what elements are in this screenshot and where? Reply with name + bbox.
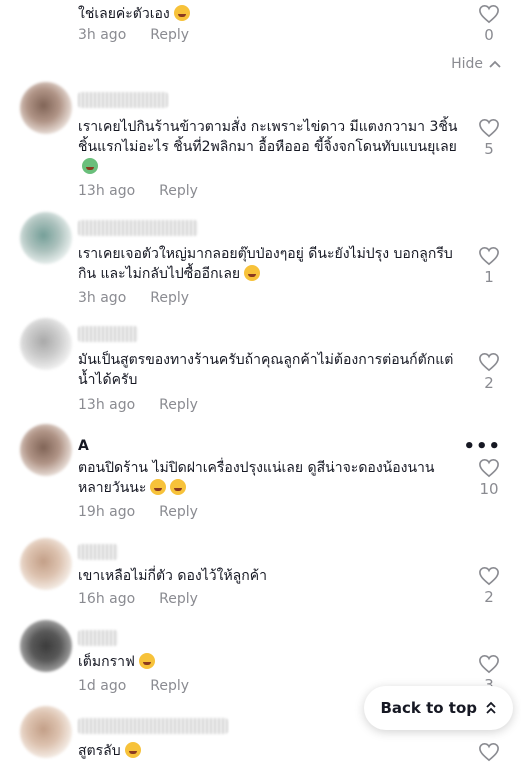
- comment-meta: 13h ago Reply: [78, 397, 198, 413]
- heart-icon[interactable]: [478, 654, 500, 674]
- comment-meta: 3h ago Reply: [78, 27, 189, 43]
- reply-button[interactable]: Reply: [150, 27, 189, 43]
- comment-time: 13h ago: [78, 183, 136, 199]
- reply-button[interactable]: Reply: [159, 397, 198, 413]
- comment-meta: 16h ago Reply: [78, 591, 198, 607]
- avatar[interactable]: [20, 620, 72, 672]
- heart-icon[interactable]: [478, 246, 500, 266]
- avatar[interactable]: [20, 706, 72, 758]
- emoji-icon: [173, 5, 190, 21]
- like-column: 2: [477, 566, 501, 606]
- reply-button[interactable]: Reply: [159, 183, 198, 199]
- comment-time: 16h ago: [78, 591, 136, 607]
- like-column: [477, 742, 501, 762]
- emoji-icon: [150, 479, 167, 495]
- reply-button[interactable]: Reply: [150, 678, 189, 694]
- like-count: 1: [484, 268, 494, 286]
- heart-icon[interactable]: [478, 458, 500, 478]
- comment-text: เราเคยเจอตัวใหญ่มากลอยตุ๊บป่องๆอยู่ ดีนะ…: [78, 246, 453, 282]
- like-column: 10: [477, 458, 501, 498]
- emoji-icon: [170, 479, 187, 495]
- emoji-icon: [82, 158, 98, 174]
- emoji-icon: [138, 653, 155, 669]
- comment-meta: 1d ago Reply: [78, 678, 189, 694]
- comment-time: 1d ago: [78, 678, 127, 694]
- emoji-icon: [124, 742, 141, 758]
- avatar[interactable]: [20, 82, 72, 134]
- comment-meta: 3h ago Reply: [78, 290, 189, 306]
- avatar[interactable]: [20, 538, 72, 590]
- like-count: 5: [484, 140, 494, 158]
- comment-text: สูตรลับ: [78, 741, 458, 761]
- heart-icon[interactable]: [478, 566, 500, 586]
- comment-meta: 13h ago Reply: [78, 183, 198, 199]
- comment-time: 3h ago: [78, 27, 127, 43]
- comment-time: 3h ago: [78, 290, 127, 306]
- comment-meta: 19h ago Reply: [78, 504, 198, 520]
- double-chevron-up-icon: [486, 701, 496, 714]
- avatar[interactable]: [20, 424, 72, 476]
- reply-button[interactable]: Reply: [159, 591, 198, 607]
- like-count: 2: [484, 374, 494, 392]
- comment-text: ตอนปิดร้าน ไม่ปิดฝาเครื่องปรุงแน่เลย ดูส…: [78, 460, 435, 496]
- comment-time: 13h ago: [78, 397, 136, 413]
- avatar[interactable]: [20, 212, 72, 264]
- heart-icon[interactable]: [478, 742, 500, 762]
- back-to-top-label: Back to top: [380, 699, 477, 717]
- like-column: 1: [477, 246, 501, 286]
- comment-text: เราเคยไปกินร้านข้าวตามสั่ง กะเพราะไข่ดาว…: [78, 117, 458, 177]
- comment-text: เต็มกราฟ: [78, 652, 458, 672]
- comment-text: มันเป็นสูตรของทางร้านครับถ้าคุณลูกค้าไม่…: [78, 352, 454, 388]
- username-redacted[interactable]: [78, 718, 228, 734]
- more-options-icon[interactable]: •••: [463, 436, 501, 457]
- heart-icon[interactable]: [478, 4, 500, 24]
- chevron-up-icon: [489, 60, 501, 68]
- back-to-top-button[interactable]: Back to top: [364, 686, 513, 730]
- like-column: 0: [477, 4, 501, 44]
- like-count: 0: [484, 26, 494, 44]
- username-redacted[interactable]: [78, 630, 118, 646]
- heart-icon[interactable]: [478, 352, 500, 372]
- username-redacted[interactable]: [78, 220, 198, 236]
- like-column: 5: [477, 118, 501, 158]
- username-redacted[interactable]: [78, 326, 138, 342]
- heart-icon[interactable]: [478, 118, 500, 138]
- comment-text: เขาเหลือไม่กี่ตัว ดองไว้ให้ลูกค้า: [78, 568, 267, 584]
- emoji-icon: [244, 265, 261, 281]
- hide-label: Hide: [451, 56, 483, 72]
- comment-text: ใช่เลยค่ะตัวเอง: [78, 4, 458, 24]
- like-count: 10: [479, 480, 499, 498]
- hide-replies-button[interactable]: Hide: [451, 56, 501, 72]
- avatar[interactable]: [20, 318, 72, 370]
- username[interactable]: A: [78, 438, 89, 454]
- reply-button[interactable]: Reply: [159, 504, 198, 520]
- username-redacted[interactable]: [78, 544, 118, 560]
- username-redacted[interactable]: [78, 92, 168, 108]
- like-column: 2: [477, 352, 501, 392]
- comment-time: 19h ago: [78, 504, 136, 520]
- reply-button[interactable]: Reply: [150, 290, 189, 306]
- like-count: 2: [484, 588, 494, 606]
